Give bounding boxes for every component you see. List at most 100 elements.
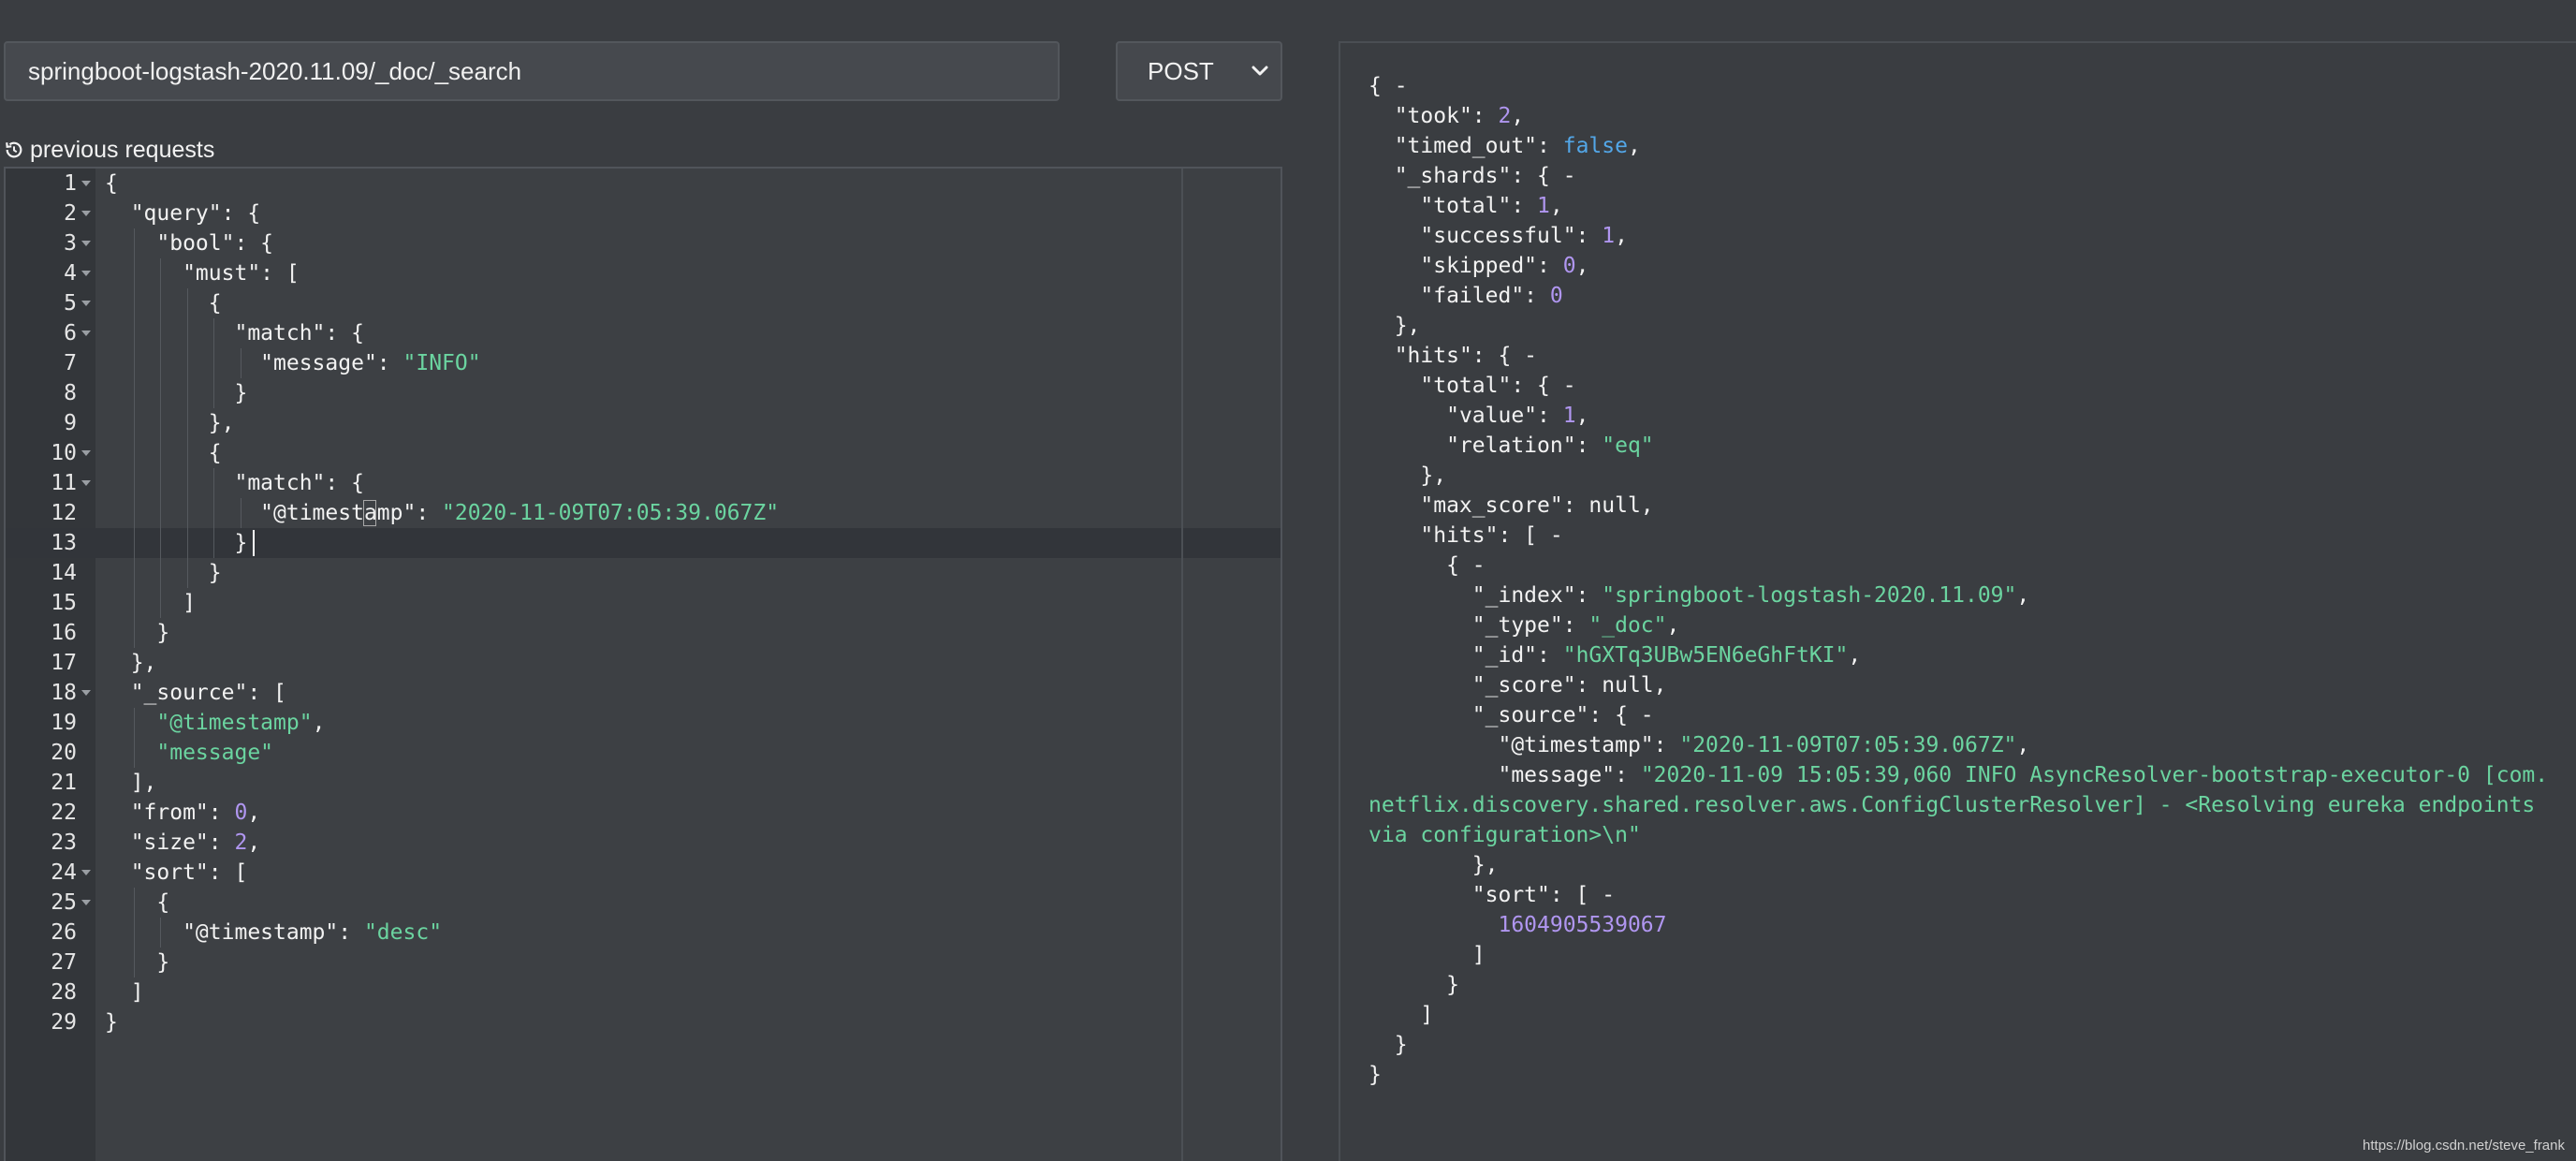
code-token: "message":	[105, 351, 403, 375]
code-token: "took":	[1368, 104, 1499, 128]
code-token: "successful":	[1368, 224, 1603, 248]
code-token: },	[1368, 853, 1499, 877]
code-token: "@timestamp":	[1368, 733, 1680, 757]
line-number: 12	[51, 501, 77, 525]
code-token: ,	[1627, 134, 1641, 158]
editor-line: {	[105, 441, 222, 465]
code-token: ]	[1368, 1003, 1434, 1027]
editor-line: }	[105, 531, 247, 555]
editor-line: "bool": {	[105, 231, 273, 256]
code-token: "skipped":	[1368, 254, 1563, 278]
line-number: 29	[51, 1010, 77, 1035]
code-token: ,	[1511, 104, 1525, 128]
response-line: "total": { -	[1368, 374, 1576, 398]
request-body-code[interactable]: { "query": { "bool": { "must": [ { "matc…	[105, 169, 779, 1037]
chevron-down-icon	[1251, 66, 1268, 76]
editor-line: }	[105, 621, 169, 645]
response-line: { -	[1368, 553, 1486, 578]
number-token: 0	[234, 801, 248, 825]
previous-requests-link[interactable]: previous requests	[4, 134, 214, 166]
response-line: "total": 1,	[1368, 194, 1562, 218]
code-token: },	[105, 651, 157, 675]
line-number: 11	[51, 471, 77, 495]
code-token: "size":	[105, 830, 235, 855]
line-number: 9	[64, 411, 77, 435]
editor-line: ]	[105, 591, 196, 615]
code-token: ,	[1848, 643, 1862, 668]
response-line: "_shards": { -	[1368, 164, 1576, 188]
editor-line: "from": 0,	[105, 801, 261, 825]
response-line: "_type": "_doc",	[1368, 613, 1680, 638]
string-token: "eq"	[1602, 434, 1654, 458]
response-line: ]	[1368, 943, 1486, 967]
code-token: }	[105, 531, 248, 555]
code-token: "bool": {	[105, 231, 274, 256]
code-token: "sort": [	[105, 860, 248, 885]
line-number: 15	[51, 591, 77, 615]
line-number: 26	[51, 920, 77, 945]
code-token: "max_score": null,	[1368, 493, 1654, 518]
fold-arrow-icon[interactable]	[80, 300, 92, 307]
code-token: }	[1368, 1063, 1382, 1087]
fold-arrow-icon[interactable]	[80, 449, 92, 457]
http-method-select[interactable]: POST	[1116, 41, 1282, 101]
fold-arrow-icon[interactable]	[80, 899, 92, 906]
code-token: "timed_out":	[1368, 134, 1563, 158]
editor-line: }	[105, 950, 169, 975]
http-method-value: POST	[1148, 56, 1214, 85]
editor-line: },	[105, 651, 157, 675]
string-token: "2020-11-09T07:05:39.067Z"	[1679, 733, 2017, 757]
editor-line: "must": [	[105, 261, 300, 286]
number-token: 1	[1562, 404, 1576, 428]
editor-line: },	[105, 411, 235, 435]
response-line: },	[1368, 463, 1446, 488]
code-token: { -	[1368, 74, 1408, 98]
code-token: ]	[105, 980, 144, 1005]
code-token: "total": { -	[1368, 374, 1576, 398]
code-token: ,	[247, 830, 261, 855]
code-token: ,	[1575, 404, 1589, 428]
line-number: 20	[51, 741, 77, 765]
response-line: "hits": [ -	[1368, 523, 1562, 548]
code-token: "_source": [	[105, 681, 286, 705]
response-line: "_source": { -	[1368, 703, 1654, 727]
editor-line: "@timestamp",	[105, 711, 325, 735]
code-token: {	[105, 171, 118, 196]
code-token: ,	[1575, 254, 1589, 278]
code-token: ,	[2016, 733, 2030, 757]
request-url-input[interactable]	[4, 41, 1060, 101]
string-token: "2020-11-09T07:05:39.067Z"	[442, 501, 780, 525]
line-number: 13	[51, 531, 77, 555]
editor-line: "sort": [	[105, 860, 248, 885]
line-number: 27	[51, 950, 77, 975]
line-number: 3	[64, 231, 77, 256]
fold-arrow-icon[interactable]	[80, 180, 92, 187]
editor-line: "query": {	[105, 201, 260, 226]
editor-line: "@timestamp": "desc"	[105, 920, 442, 945]
fold-arrow-icon[interactable]	[80, 270, 92, 277]
fold-arrow-icon[interactable]	[80, 210, 92, 217]
response-line: "@timestamp": "2020-11-09T07:05:39.067Z"…	[1368, 733, 2029, 757]
response-line: 1604905539067	[1368, 913, 1666, 937]
line-number: 10	[51, 441, 77, 465]
fold-arrow-icon[interactable]	[80, 330, 92, 337]
query-editor[interactable]: 1 2 3 4 5 6 7 8 9 10 11 12 13 14 15 16 17 18 19 20 21 22 23 24 2…	[4, 167, 1282, 1161]
code-token: },	[1368, 314, 1421, 338]
code-token: ]	[1368, 943, 1486, 967]
editor-line: "@timestamp": "2020-11-09T07:05:39.067Z"	[105, 501, 779, 525]
line-number: 19	[51, 711, 77, 735]
line-number: 28	[51, 980, 77, 1005]
response-line: "message": "2020-11-09 15:05:39,060 INFO…	[1368, 763, 2548, 847]
editor-line: }	[105, 561, 222, 585]
response-line: "hits": { -	[1368, 344, 1537, 368]
fold-arrow-icon[interactable]	[80, 479, 92, 487]
response-line: "took": 2,	[1368, 104, 1525, 128]
response-line: },	[1368, 853, 1499, 877]
response-body-code: { - "took": 2, "timed_out": false, "_sha…	[1368, 71, 2550, 1090]
fold-arrow-icon[interactable]	[80, 689, 92, 697]
code-token: {	[105, 441, 222, 465]
fold-arrow-icon[interactable]	[80, 240, 92, 247]
response-line: "failed": 0	[1368, 284, 1562, 308]
fold-arrow-icon[interactable]	[80, 869, 92, 876]
